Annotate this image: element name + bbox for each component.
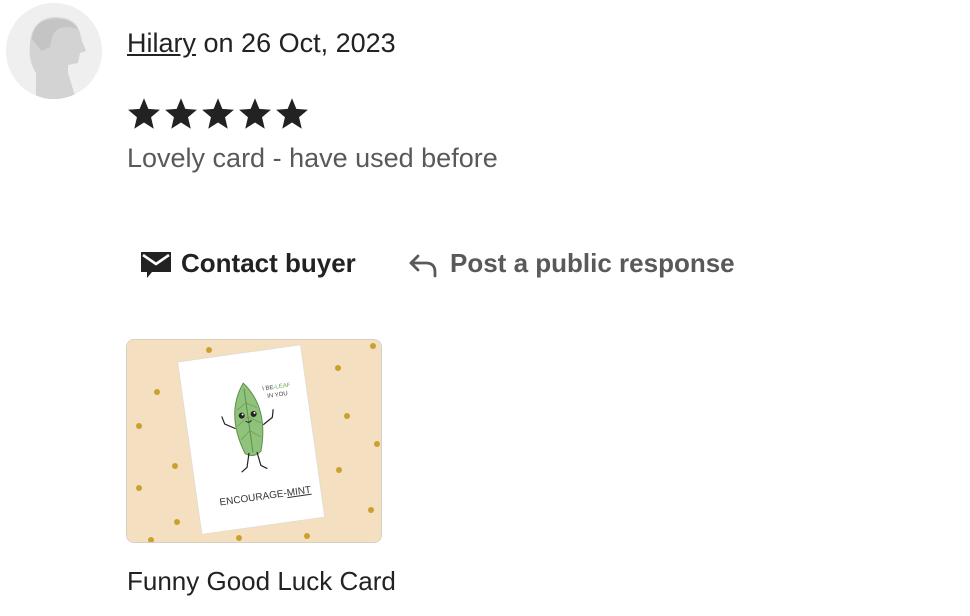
post-public-response-label: Post a public response [450, 248, 735, 278]
reply-arrow-icon [408, 250, 438, 278]
product-title-link[interactable]: Funny Good Luck Card [127, 566, 396, 597]
envelope-icon [140, 249, 172, 279]
star-icon [276, 98, 308, 129]
contact-buyer-button[interactable]: Contact buyer [140, 248, 356, 279]
star-icon [202, 98, 234, 129]
star-icon [128, 98, 160, 129]
review-text: Lovely card - have used before [127, 143, 498, 173]
star-rating [126, 95, 310, 133]
product-card-image: I BE-LEAF IN YOU ENCOURAGE-MINT [127, 340, 381, 542]
product-thumbnail[interactable]: I BE-LEAF IN YOU ENCOURAGE-MINT [126, 339, 382, 543]
star-icon [165, 98, 197, 129]
reviewer-avatar [6, 3, 102, 99]
review-date: on 26 Oct, 2023 [196, 28, 396, 58]
review-actions: Contact buyer Post a public response [0, 248, 970, 288]
post-public-response-button[interactable]: Post a public response [408, 248, 735, 279]
review-header: Hilary on 26 Oct, 2023 [127, 28, 396, 59]
reviewer-name-link[interactable]: Hilary [127, 28, 196, 58]
person-silhouette-icon [6, 3, 102, 99]
contact-buyer-label: Contact buyer [181, 248, 356, 278]
star-icon [239, 98, 271, 129]
